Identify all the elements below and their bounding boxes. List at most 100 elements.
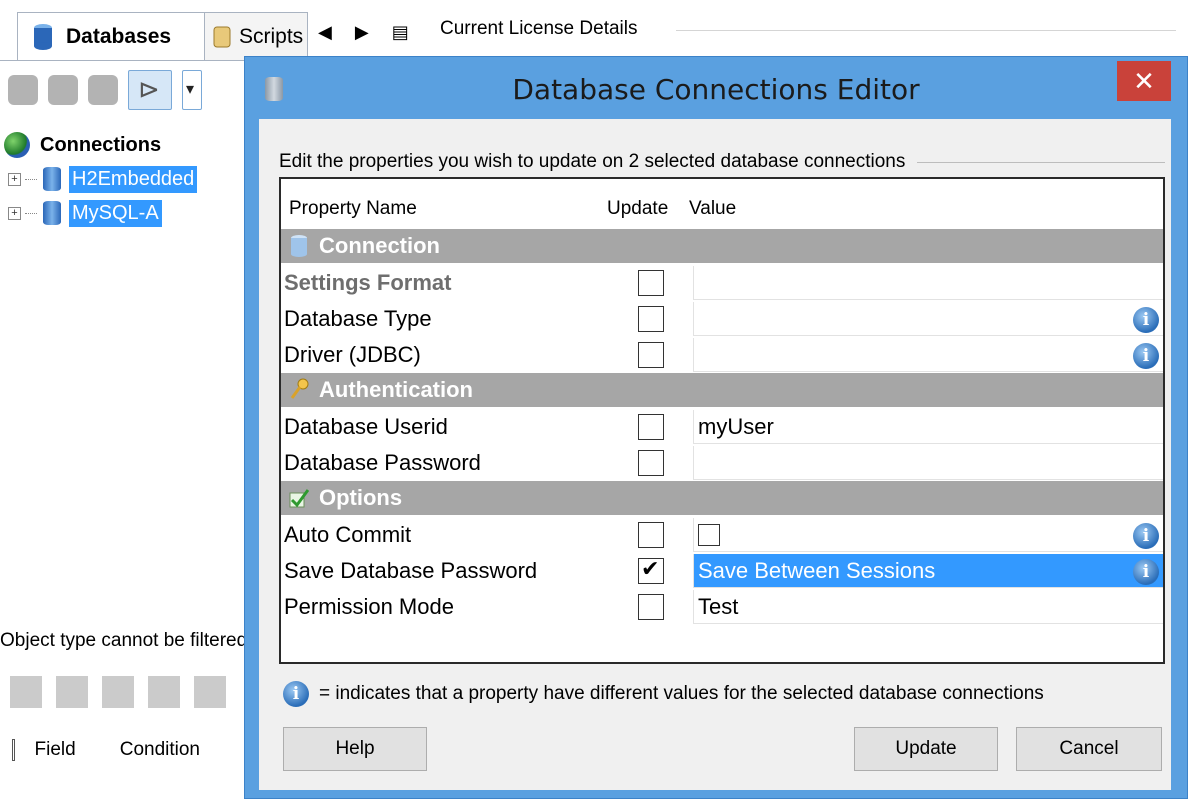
column-value: Value (689, 198, 737, 219)
tab-scripts-label: Scripts (239, 24, 304, 48)
property-value[interactable]: Save Between Sessions i (693, 554, 1163, 588)
category-connection[interactable]: Connection (281, 229, 1163, 263)
tab-scripts[interactable]: Scripts (205, 12, 308, 60)
update-checkbox[interactable] (638, 342, 664, 368)
grid-add-icon[interactable] (10, 676, 42, 708)
apply-filter-icon[interactable] (148, 676, 180, 708)
property-row-permission-mode[interactable]: Permission Mode Test (281, 589, 1163, 625)
update-checkbox[interactable] (638, 270, 664, 296)
update-checkbox[interactable] (638, 450, 664, 476)
property-row-password[interactable]: Database Password (281, 445, 1163, 481)
property-name: Permission Mode (284, 594, 454, 619)
connect-icon[interactable] (8, 75, 38, 105)
grid-clear-icon[interactable] (102, 676, 134, 708)
expand-icon[interactable]: + (8, 172, 21, 186)
property-value[interactable]: i (693, 518, 1163, 552)
property-row-userid[interactable]: Database Userid myUser (281, 409, 1163, 445)
property-row-settings-format[interactable]: Settings Format (281, 265, 1163, 301)
property-row-save-password[interactable]: Save Database Password Save Between Sess… (281, 553, 1163, 589)
refresh-icon[interactable] (88, 75, 118, 105)
property-value[interactable]: i (693, 302, 1163, 336)
select-all-checkbox[interactable] (12, 739, 15, 761)
dialog-body: Edit the properties you wish to update o… (259, 119, 1171, 790)
property-grid: Property Name Update Value Connection Se… (279, 177, 1165, 664)
auto-commit-value-checkbox[interactable] (698, 523, 720, 546)
update-checkbox[interactable] (638, 414, 664, 440)
tab-databases-label: Databases (66, 24, 172, 48)
property-name: Settings Format (284, 270, 452, 295)
update-checkbox[interactable] (638, 556, 664, 584)
update-checkbox[interactable] (638, 306, 664, 332)
tab-scroll-arrows[interactable]: ◀ ▶ ▤ (318, 22, 418, 43)
property-row-driver[interactable]: Driver (JDBC) i (281, 337, 1163, 373)
property-value[interactable]: Test (693, 590, 1163, 624)
property-value[interactable]: myUser (693, 410, 1163, 444)
filter-message: Object type cannot be filtered (0, 630, 244, 651)
category-label: Connection (319, 233, 440, 258)
info-icon[interactable]: i (1133, 523, 1159, 549)
property-name: Database Type (284, 306, 432, 331)
globe-icon (4, 132, 30, 158)
divider (676, 30, 1176, 31)
update-checkbox[interactable] (638, 522, 664, 548)
update-checkbox[interactable] (638, 594, 664, 620)
category-label: Authentication (319, 377, 473, 402)
cancel-button[interactable]: Cancel (1016, 727, 1162, 771)
key-icon (290, 378, 309, 399)
connections-tree: Connections + H2Embedded + MySQL-A (4, 128, 198, 230)
grid-remove-icon[interactable] (56, 676, 88, 708)
category-authentication[interactable]: Authentication (281, 373, 1163, 407)
column-update: Update (607, 198, 669, 219)
update-button[interactable]: Update (854, 727, 998, 771)
property-name: Save Database Password (284, 558, 538, 583)
property-row-auto-commit[interactable]: Auto Commit i (281, 517, 1163, 553)
expand-icon[interactable]: + (8, 206, 21, 220)
column-property-name: Property Name (289, 198, 417, 219)
property-value[interactable] (693, 266, 1163, 300)
title-bar[interactable]: Database Connections Editor ✕ (245, 57, 1187, 119)
info-icon: i (283, 681, 309, 707)
dialog-title: Database Connections Editor (512, 73, 920, 106)
close-button[interactable]: ✕ (1117, 61, 1171, 101)
tree-root[interactable]: Connections (4, 128, 197, 162)
info-icon[interactable]: i (1133, 559, 1159, 585)
filter-grid-header: Field Condition (12, 730, 244, 770)
info-icon[interactable]: i (1133, 343, 1159, 369)
property-row-database-type[interactable]: Database Type i (281, 301, 1163, 337)
tree-item-label: H2Embedded (69, 165, 198, 193)
info-legend-text: = indicates that a property have differe… (319, 683, 1044, 704)
edit-caption-text: Edit the properties you wish to update o… (279, 151, 906, 172)
database-action-icon[interactable] (194, 676, 226, 708)
category-label: Options (319, 485, 403, 510)
info-icon[interactable]: i (1133, 307, 1159, 333)
database-icon (43, 167, 61, 191)
property-value[interactable] (693, 446, 1163, 480)
property-name: Database Userid (284, 414, 448, 439)
property-value[interactable]: i (693, 338, 1163, 372)
database-icon (34, 23, 52, 50)
tab-bar: Databases Scripts ◀ ▶ ▤ Current License … (0, 0, 1188, 60)
disconnect-icon[interactable] (48, 75, 78, 105)
tree-item-h2embedded[interactable]: + H2Embedded (8, 162, 198, 196)
property-name: Auto Commit (284, 522, 412, 547)
tree-root-label: Connections (40, 133, 162, 156)
script-scroll-icon (213, 26, 231, 47)
column-condition: Condition (119, 739, 200, 760)
database-icon (291, 235, 307, 257)
help-button[interactable]: Help (283, 727, 427, 771)
edit-caption: Edit the properties you wish to update o… (279, 151, 1165, 173)
database-icon (43, 201, 61, 225)
tab-databases[interactable]: Databases (17, 12, 205, 60)
connections-toolbar (8, 70, 202, 110)
category-options[interactable]: Options (281, 481, 1163, 515)
database-connections-editor-dialog: Database Connections Editor ✕ Edit the p… (244, 56, 1188, 799)
tree-item-mysql-a[interactable]: + MySQL-A (8, 196, 197, 230)
property-grid-header: Property Name Update Value (281, 191, 1163, 227)
filter-toolbar (10, 676, 226, 708)
checkmark-icon (289, 489, 309, 508)
property-name: Driver (JDBC) (284, 342, 421, 367)
column-field: Field (34, 739, 76, 760)
filter-icon[interactable] (128, 70, 172, 110)
filter-dropdown-icon[interactable] (182, 70, 202, 110)
info-legend: i = indicates that a property have diffe… (283, 681, 1044, 707)
